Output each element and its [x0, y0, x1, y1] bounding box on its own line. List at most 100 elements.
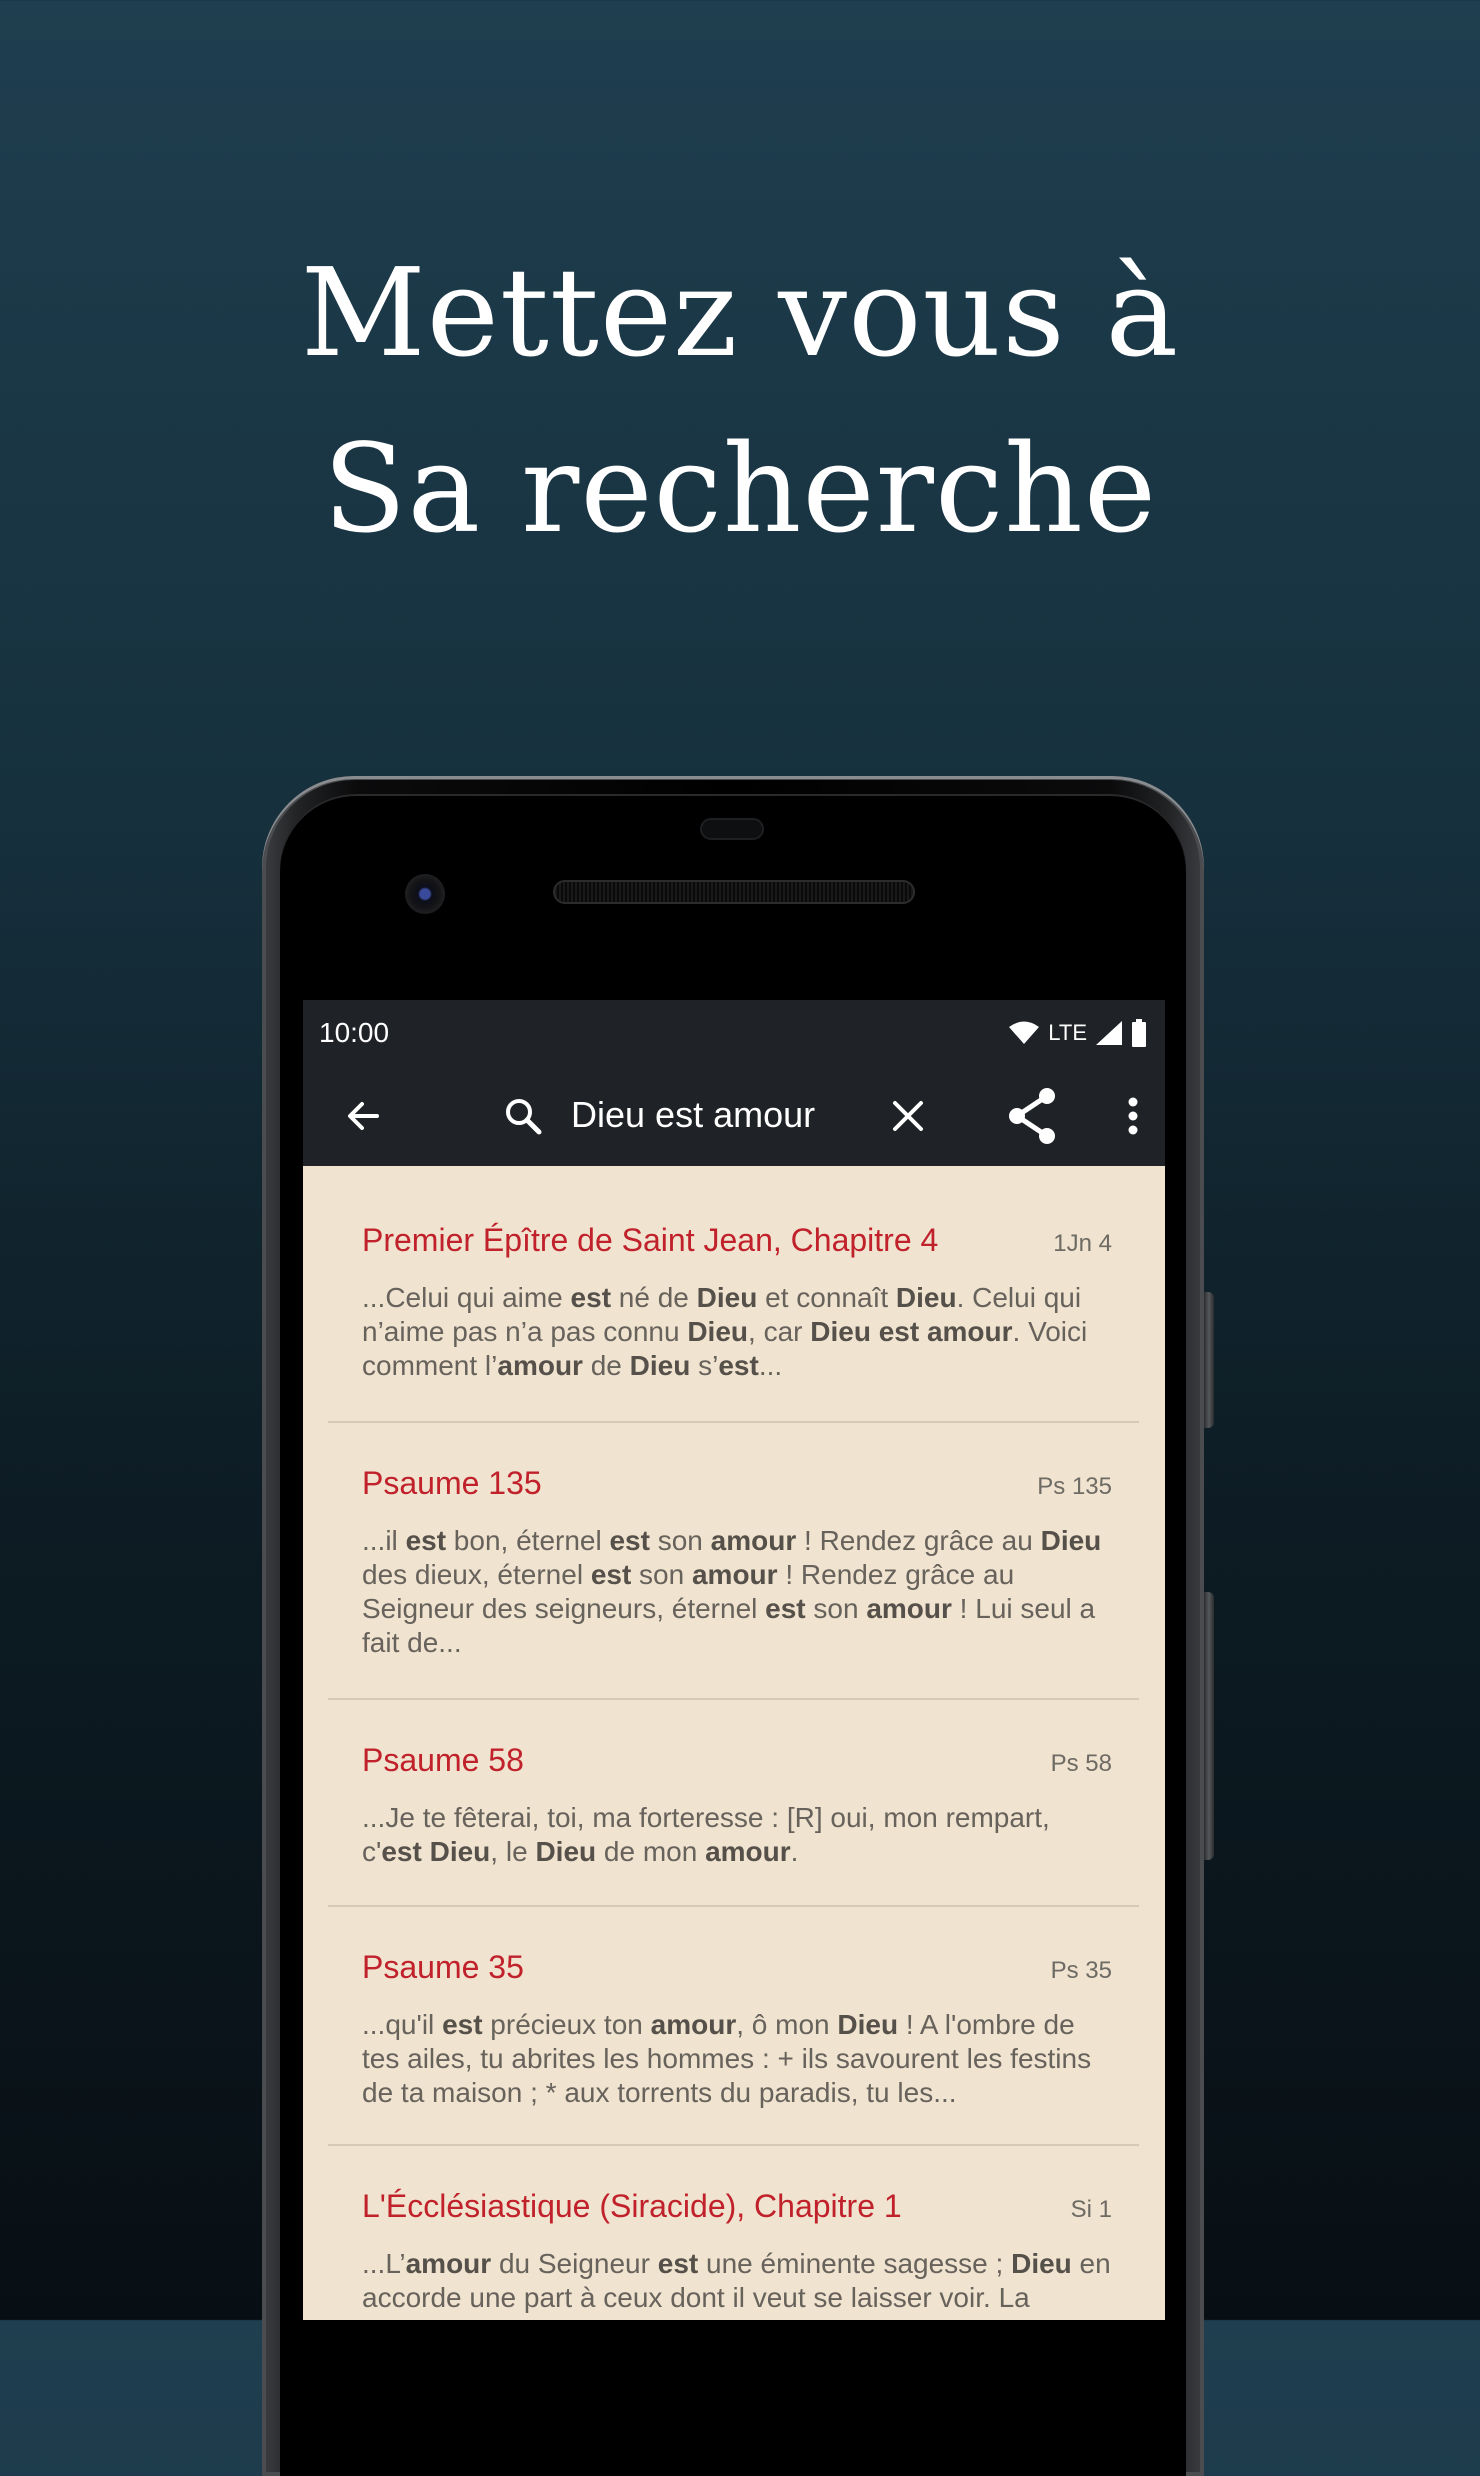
- more-vertical-icon: [1128, 1097, 1138, 1135]
- network-label: LTE: [1048, 1020, 1087, 1045]
- result-title: Psaume 35: [362, 1949, 524, 1985]
- highlighted-term: amour: [691, 1559, 778, 1590]
- result-snippet: ...il est bon, éternel est son amour ! R…: [362, 1524, 1112, 1660]
- result-reference: Ps 58: [1050, 1750, 1112, 1777]
- highlighted-term: est: [609, 1525, 650, 1556]
- snippet-text: , car: [748, 1316, 811, 1347]
- search-result-item[interactable]: L'Écclésiastique (Siracide), Chapitre 1 S…: [328, 2146, 1139, 2320]
- highlighted-term: est Dieu: [381, 1836, 491, 1867]
- overflow-menu-button[interactable]: [1103, 1066, 1163, 1166]
- highlighted-term: est: [765, 1593, 806, 1624]
- snippet-text: précieux ton: [482, 2009, 651, 2040]
- search-button[interactable]: [487, 1066, 559, 1166]
- snippet-text: du Seigneur: [491, 2248, 658, 2279]
- highlighted-term: est: [405, 1525, 447, 1556]
- clear-search-button[interactable]: [863, 1066, 953, 1166]
- search-result-item[interactable]: Psaume 58 Ps 58 ...Je te fêterai, toi, ma …: [328, 1700, 1139, 1907]
- promo-headline: Mettez vous à Sa recherche: [0, 225, 1480, 577]
- search-input[interactable]: Dieu est amour: [571, 1094, 815, 1136]
- highlighted-term: amour: [405, 2248, 492, 2279]
- snippet-text: , ô mon: [736, 2009, 838, 2040]
- snippet-text: .: [790, 1836, 799, 1867]
- front-camera: [405, 874, 445, 914]
- snippet-text: une éminente sagesse ;: [698, 2248, 1012, 2279]
- highlighted-term: Dieu: [629, 1350, 691, 1381]
- highlighted-term: Dieu: [687, 1316, 749, 1347]
- snippet-text: ...L’: [362, 2248, 406, 2279]
- highlighted-term: est: [718, 1350, 759, 1381]
- highlighted-term: amour: [497, 1350, 583, 1381]
- result-title: L'Écclésiastique (Siracide), Chapitre 1: [362, 2188, 902, 2224]
- highlighted-term: amour: [650, 2009, 737, 2040]
- arrow-left-icon: [348, 1102, 379, 1130]
- battery-icon: [1132, 1019, 1146, 1047]
- highlighted-term: Dieu est amour: [810, 1316, 1013, 1347]
- result-snippet: ...qu'il est précieux ton amour, ô mon D…: [362, 2008, 1112, 2110]
- search-results-list: Premier Épître de Saint Jean, Chapitre 4…: [303, 1166, 1165, 2320]
- snippet-text: ...: [758, 1350, 783, 1381]
- close-icon: [893, 1101, 923, 1131]
- highlighted-term: Dieu: [1011, 2248, 1072, 2279]
- search-result-item[interactable]: Psaume 135 Ps 135 ...il est bon, éternel e…: [328, 1423, 1139, 1700]
- search-result-item[interactable]: Premier Épître de Saint Jean, Chapitre 4…: [328, 1166, 1139, 1423]
- snippet-text: son: [805, 1593, 867, 1624]
- snippet-text: de mon: [596, 1836, 706, 1867]
- proximity-sensor: [700, 818, 764, 840]
- power-button: [1204, 1292, 1214, 1428]
- cell-signal-icon: [1096, 1021, 1122, 1045]
- highlighted-term: amour: [866, 1593, 952, 1624]
- status-icons: LTE: [1008, 1019, 1147, 1047]
- highlighted-term: est: [613, 2316, 653, 2320]
- result-snippet: ...L’amour du Seigneur est une éminente …: [362, 2247, 1112, 2320]
- highlighted-term: Dieu: [696, 1282, 758, 1313]
- app-screen: 10:00 LTE Dieu est amour Premier Épître …: [303, 1000, 1165, 2320]
- highlighted-term: est: [570, 1282, 612, 1313]
- share-button[interactable]: [983, 1066, 1083, 1166]
- volume-button: [1204, 1592, 1214, 1860]
- search-toolbar: Dieu est amour: [303, 1066, 1165, 1166]
- result-title: Premier Épître de Saint Jean, Chapitre 4: [362, 1222, 939, 1258]
- result-snippet: ...Je te fêterai, toi, ma forteresse : […: [362, 1801, 1112, 1869]
- snippet-text: et connaît: [757, 1282, 896, 1313]
- back-button[interactable]: [313, 1066, 413, 1166]
- highlighted-term: Dieu: [895, 1282, 957, 1313]
- snippet-text: ! Rendez grâce au: [796, 1525, 1041, 1556]
- snippet-text: gloire et fierté, joie et couronne...: [653, 2316, 1069, 2320]
- result-header: Psaume 58 Ps 58: [362, 1742, 1112, 1779]
- headline-line-2: Sa recherche: [322, 418, 1158, 560]
- result-title: Psaume 135: [362, 1465, 542, 1501]
- snippet-text: ...qu'il: [362, 2009, 443, 2040]
- result-reference: 1Jn 4: [1053, 1230, 1112, 1257]
- search-result-item[interactable]: Psaume 35 Ps 35 ...qu'il est précieux ton …: [328, 1907, 1139, 2146]
- highlighted-term: est: [442, 2009, 483, 2040]
- status-bar: 10:00 LTE: [303, 1000, 1165, 1066]
- highlighted-term: est: [657, 2248, 699, 2279]
- highlighted-term: amour: [710, 1525, 797, 1556]
- highlighted-term: Dieu: [837, 2009, 899, 2040]
- result-header: L'Écclésiastique (Siracide), Chapitre 1 S…: [362, 2188, 1112, 2225]
- share-icon: [1009, 1088, 1055, 1144]
- snippet-text: s’: [690, 1350, 719, 1381]
- result-header: Premier Épître de Saint Jean, Chapitre 4…: [362, 1222, 1112, 1259]
- highlighted-term: Dieu: [1040, 1525, 1102, 1556]
- snippet-text: ...il: [362, 1525, 406, 1556]
- wifi-icon: [1009, 1021, 1040, 1044]
- result-reference: Ps 135: [1037, 1473, 1112, 1500]
- highlighted-term: est: [590, 1559, 632, 1590]
- snippet-text: son: [649, 1525, 711, 1556]
- snippet-text: de: [582, 1350, 630, 1381]
- result-title: Psaume 58: [362, 1742, 524, 1778]
- status-time: 10:00: [319, 1017, 390, 1048]
- result-snippet: ...Celui qui aime est né de Dieu et conn…: [362, 1281, 1112, 1383]
- search-icon: [506, 1099, 542, 1135]
- result-reference: Ps 35: [1050, 1957, 1112, 1984]
- snippet-text: bon, éternel: [446, 1525, 610, 1556]
- headline-line-1: Mettez vous à: [300, 242, 1180, 384]
- snippet-text: des dieux, éternel: [362, 1559, 591, 1590]
- snippet-text: né de: [611, 1282, 697, 1313]
- result-header: Psaume 35 Ps 35: [362, 1949, 1112, 1986]
- snippet-text: son: [631, 1559, 692, 1590]
- highlighted-term: Dieu: [535, 1836, 597, 1867]
- snippet-text: ...Celui qui aime: [362, 1282, 571, 1313]
- snippet-text: , le: [490, 1836, 536, 1867]
